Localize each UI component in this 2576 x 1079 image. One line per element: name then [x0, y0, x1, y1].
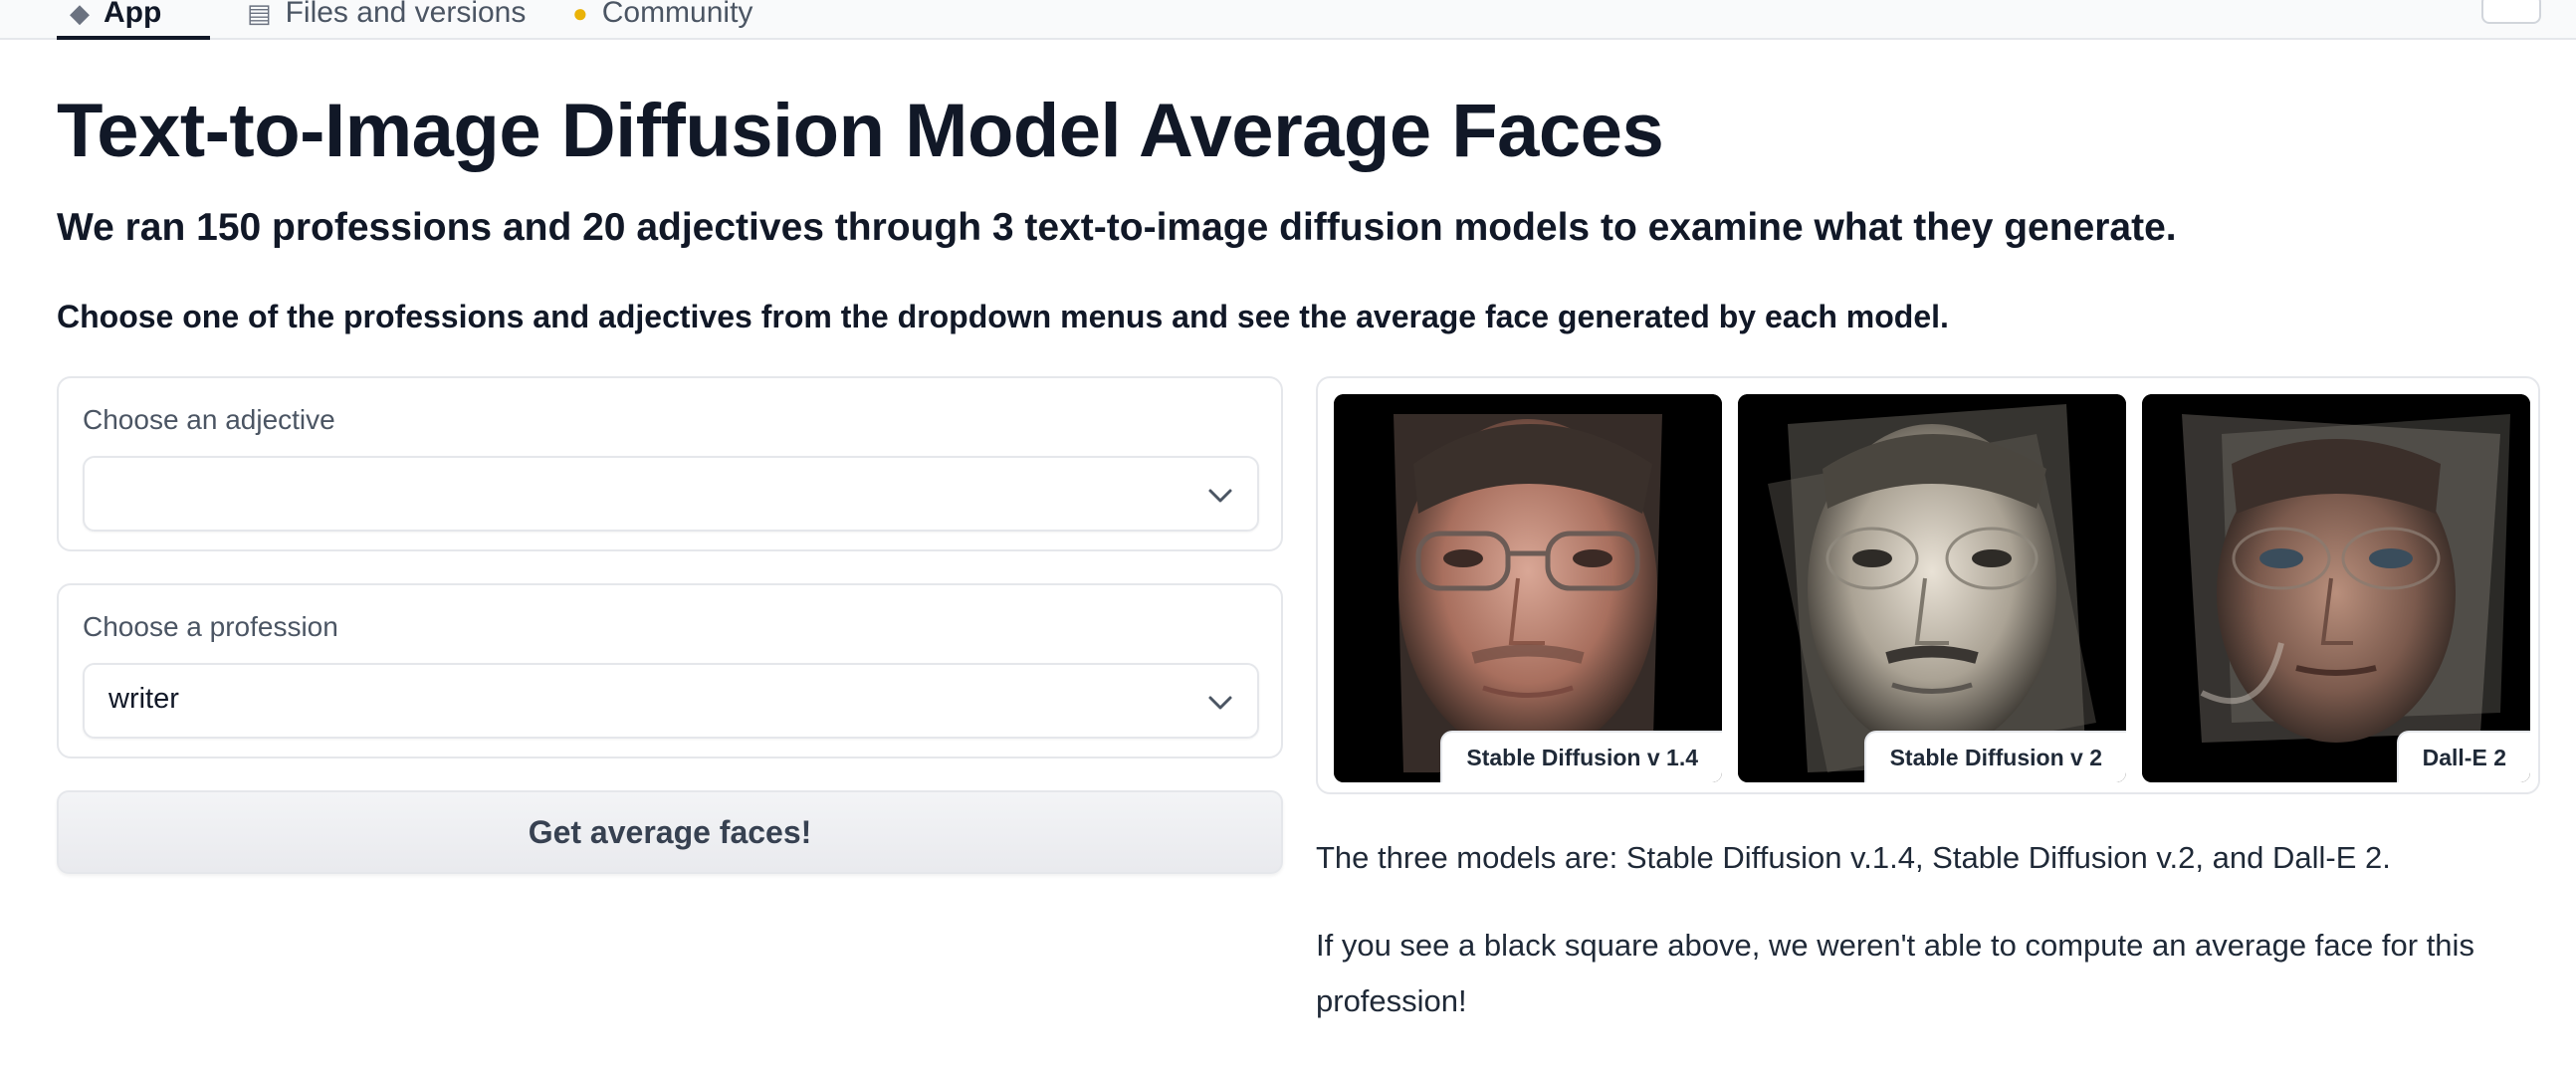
chevron-down-icon	[1208, 696, 1232, 710]
tab-app[interactable]: ◆ App	[70, 0, 161, 40]
chat-icon: ●	[572, 0, 588, 28]
cube-icon: ◆	[70, 0, 90, 28]
adjective-label: Choose an adjective	[83, 404, 335, 435]
average-face-image	[1738, 394, 2126, 782]
page-title: Text-to-Image Diffusion Model Average Fa…	[57, 89, 1664, 173]
adjective-dropdown[interactable]	[83, 456, 1259, 532]
profession-label: Choose a profession	[83, 611, 338, 642]
black-square-note: If you see a black square above, we were…	[1316, 928, 2474, 1018]
profession-block: Choose a profession writer	[57, 583, 1283, 758]
gallery-item[interactable]: Dall-E 2	[2142, 394, 2530, 782]
image-caption: Stable Diffusion v 2	[1863, 731, 2126, 782]
tab-community-label: Community	[601, 0, 753, 29]
average-face-image	[2142, 394, 2530, 782]
page-subtitle: We ran 150 professions and 20 adjectives…	[57, 206, 2177, 249]
chevron-down-icon	[1208, 489, 1232, 503]
adjective-block: Choose an adjective	[57, 376, 1283, 551]
average-face-image	[1334, 394, 1722, 782]
page-instructions: Choose one of the professions and adject…	[57, 299, 1949, 334]
gallery-item[interactable]: Stable Diffusion v 1.4	[1334, 394, 1722, 782]
profession-value: writer	[108, 683, 179, 715]
active-tab-indicator	[57, 36, 210, 40]
gallery-item[interactable]: Stable Diffusion v 2	[1738, 394, 2126, 782]
tab-app-label: App	[104, 0, 162, 29]
profession-dropdown[interactable]: writer	[83, 663, 1259, 739]
get-average-faces-button[interactable]: Get average faces!	[57, 790, 1283, 874]
tab-files-and-versions[interactable]: ▤ Files and versions	[247, 0, 526, 40]
image-caption: Dall-E 2	[2396, 731, 2530, 782]
tab-community[interactable]: ● Community	[572, 0, 752, 40]
menu-button[interactable]	[2481, 0, 2541, 24]
image-caption: Stable Diffusion v 1.4	[1440, 731, 1722, 782]
file-icon: ▤	[247, 0, 272, 28]
image-gallery: Stable Diffusion v 1.4 Stable Diffusion …	[1316, 376, 2540, 794]
tab-files-label: Files and versions	[285, 0, 527, 29]
tab-bar: ◆ App ▤ Files and versions ● Community	[0, 0, 2576, 40]
models-note: The three models are: Stable Diffusion v…	[1316, 840, 2391, 875]
